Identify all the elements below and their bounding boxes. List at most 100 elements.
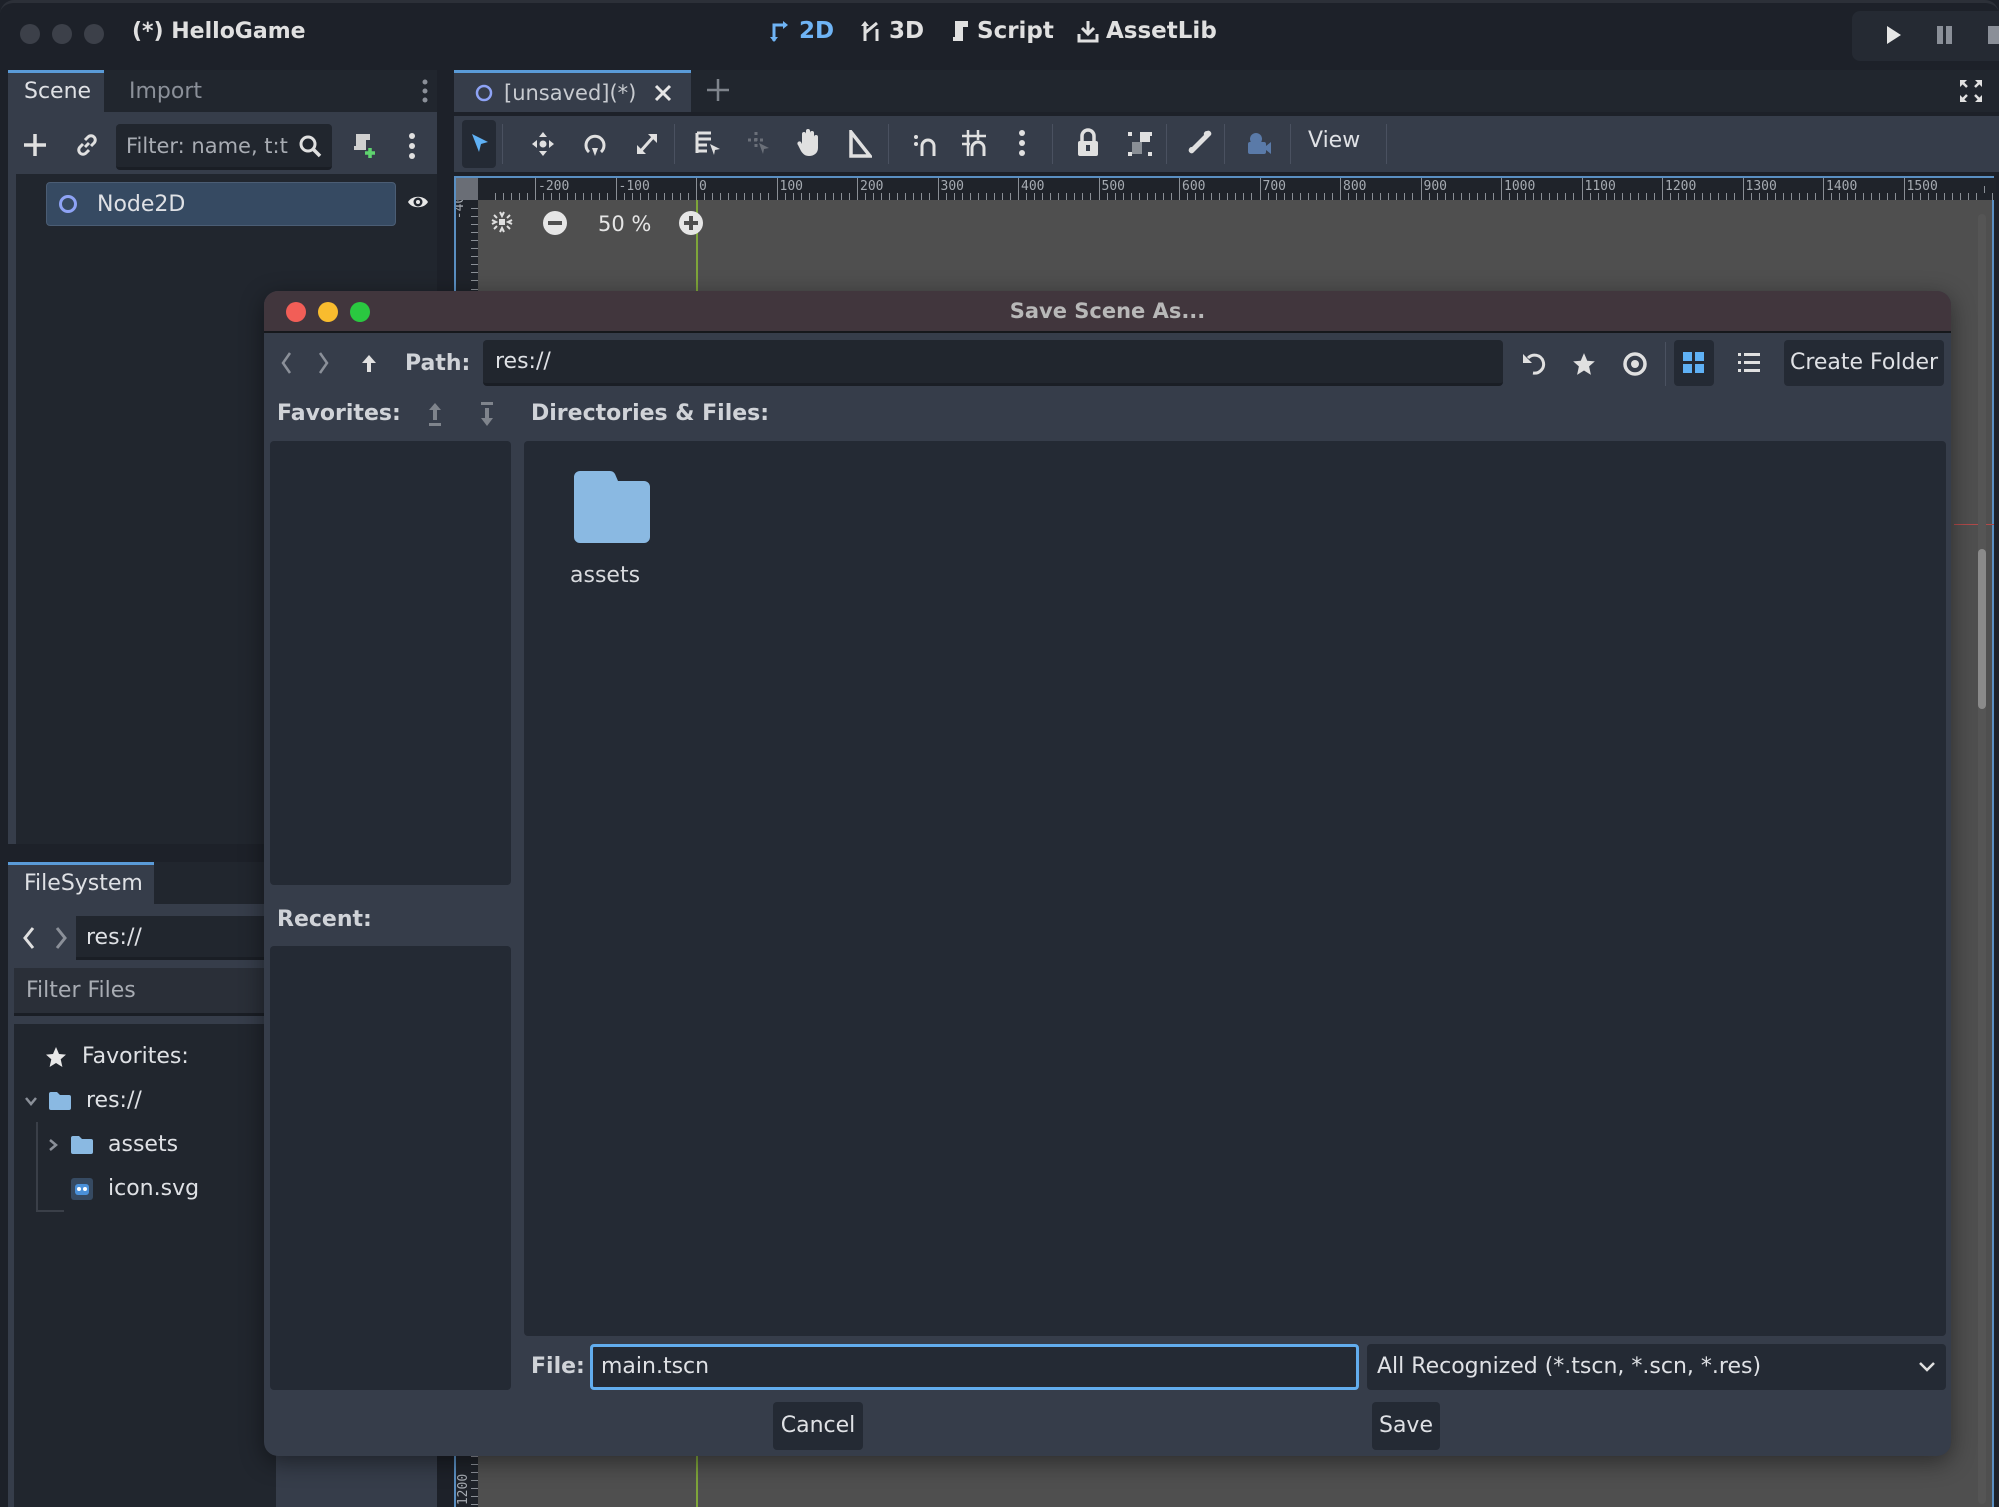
file-type-filter-select[interactable]: All Recognized (*.tscn, *.scn, *.res) xyxy=(1367,1344,1946,1390)
ruler-minor-tick xyxy=(1678,193,1680,200)
forward-arrow-icon[interactable] xyxy=(318,351,330,375)
fs-res-item[interactable]: res:// xyxy=(24,1088,142,1113)
mode-assetlib-button[interactable]: AssetLib xyxy=(1077,18,1217,44)
dirs-files-label: Directories & Files: xyxy=(531,401,770,426)
forward-arrow-icon[interactable] xyxy=(54,926,68,950)
center-view-icon[interactable] xyxy=(490,210,514,234)
save-button[interactable]: Save xyxy=(1372,1402,1440,1450)
refresh-icon[interactable] xyxy=(1520,351,1546,377)
favorites-list[interactable] xyxy=(270,441,511,885)
lock-icon[interactable] xyxy=(1076,128,1100,158)
window-minimize-button[interactable] xyxy=(52,24,72,44)
ruler-minor-tick xyxy=(1468,193,1470,200)
ruler-minor-tick xyxy=(1444,193,1446,200)
ruler-minor-tick xyxy=(1130,193,1132,200)
vertical-scrollbar-track[interactable] xyxy=(1978,214,1986,1504)
cancel-button[interactable]: Cancel xyxy=(773,1402,863,1450)
scale-mode-icon[interactable] xyxy=(634,130,660,158)
favorite-star-icon[interactable] xyxy=(1571,351,1597,377)
pause-icon[interactable] xyxy=(1936,25,1954,45)
ruler-minor-tick xyxy=(1782,193,1784,200)
file-item-assets[interactable]: assets xyxy=(568,471,658,588)
back-arrow-icon[interactable] xyxy=(22,926,36,950)
chevron-down-icon[interactable] xyxy=(24,1094,38,1108)
ruler-minor-tick xyxy=(526,193,528,200)
scene-tab-unsaved[interactable]: [unsaved](*) xyxy=(454,70,691,112)
tab-scene[interactable]: Scene xyxy=(8,70,104,112)
smart-snap-icon[interactable] xyxy=(912,132,938,158)
play-icon[interactable] xyxy=(1886,25,1902,45)
list-view-icon[interactable] xyxy=(1738,352,1760,374)
file-name-input[interactable]: main.tscn xyxy=(590,1344,1359,1390)
ruler-minor-tick xyxy=(824,193,826,200)
add-scene-tab-icon[interactable] xyxy=(706,78,730,102)
show-hidden-eye-icon[interactable] xyxy=(1622,351,1648,377)
filesystem-filter-input[interactable]: Filter Files xyxy=(14,968,276,1016)
ruler-minor-tick xyxy=(1170,193,1172,200)
grid-view-button[interactable] xyxy=(1674,340,1714,386)
scene-menu-icon[interactable] xyxy=(408,132,416,160)
grid-snap-icon[interactable] xyxy=(960,128,988,158)
recent-list[interactable] xyxy=(270,946,511,1390)
tree-guide-line xyxy=(36,1210,64,1212)
fs-icon-svg-item[interactable]: icon.svg xyxy=(70,1176,199,1201)
bone-icon[interactable] xyxy=(1188,128,1214,158)
scene-tree-item-node2d[interactable]: Node2D xyxy=(46,182,396,226)
ruler-minor-tick xyxy=(1597,193,1599,200)
snap-options-icon[interactable] xyxy=(1018,128,1026,158)
ruler-minor-tick xyxy=(1211,193,1213,200)
ruler-minor-tick xyxy=(1533,193,1535,200)
instance-scene-link-icon[interactable] xyxy=(74,132,100,158)
camera-override-icon[interactable] xyxy=(1244,130,1272,158)
ruler-minor-tick xyxy=(639,193,641,200)
mode-3d-button[interactable]: 3D xyxy=(860,18,924,44)
move-favorite-down-icon[interactable] xyxy=(478,401,496,427)
ruler-minor-tick xyxy=(1283,193,1285,200)
ruler-minor-tick xyxy=(471,1463,478,1465)
zoom-out-icon[interactable] xyxy=(542,210,568,236)
select-mode-button[interactable] xyxy=(462,120,496,168)
zoom-level-label[interactable]: 50 % xyxy=(598,212,651,236)
tab-import[interactable]: Import xyxy=(113,70,218,112)
fs-assets-item[interactable]: assets xyxy=(46,1132,178,1157)
pivot-mode-icon[interactable] xyxy=(746,130,774,158)
distraction-free-icon[interactable] xyxy=(1958,78,1984,104)
stop-icon[interactable] xyxy=(1988,25,1999,45)
back-arrow-icon[interactable] xyxy=(280,351,292,375)
ruler-minor-tick xyxy=(1750,193,1752,200)
dock-menu-icon[interactable] xyxy=(422,78,428,104)
rotate-mode-icon[interactable] xyxy=(582,130,608,158)
files-grid[interactable]: assets xyxy=(524,441,1946,1336)
list-select-icon[interactable] xyxy=(694,130,722,158)
pan-hand-icon[interactable] xyxy=(796,128,822,158)
move-favorite-up-icon[interactable] xyxy=(426,401,444,427)
view-menu-button[interactable]: View xyxy=(1308,128,1360,153)
ruler-minor-tick xyxy=(1887,193,1889,200)
path-input[interactable]: res:// xyxy=(483,340,1503,386)
ruler-minor-tick xyxy=(471,1487,478,1489)
filesystem-path-input[interactable]: res:// xyxy=(76,916,276,960)
ruler-minor-tick xyxy=(1203,193,1205,200)
add-node-icon[interactable] xyxy=(22,132,48,158)
ruler-minor-tick xyxy=(1396,193,1398,200)
visibility-eye-icon[interactable] xyxy=(406,192,430,212)
parent-folder-up-icon[interactable] xyxy=(360,353,378,373)
window-close-button[interactable] xyxy=(20,24,40,44)
scene-filter-input[interactable]: Filter: name, t:t xyxy=(116,124,332,170)
tab-filesystem[interactable]: FileSystem xyxy=(8,862,154,904)
mode-2d-button[interactable]: 2D xyxy=(770,18,834,44)
attach-script-icon[interactable] xyxy=(350,132,376,160)
ruler-mode-icon[interactable] xyxy=(848,130,872,158)
window-zoom-button[interactable] xyxy=(84,24,104,44)
group-icon[interactable] xyxy=(1126,130,1154,158)
close-tab-icon[interactable] xyxy=(654,84,672,102)
zoom-in-icon[interactable] xyxy=(678,210,704,236)
chevron-right-icon[interactable] xyxy=(46,1138,60,1152)
vertical-scrollbar-thumb[interactable] xyxy=(1978,549,1986,709)
move-mode-icon[interactable] xyxy=(530,130,556,158)
grid-view-icon xyxy=(1683,352,1705,374)
ruler-minor-tick xyxy=(1863,193,1865,200)
mode-script-button[interactable]: Script xyxy=(950,18,1054,44)
fs-favorites-item[interactable]: Favorites: xyxy=(44,1044,189,1069)
create-folder-button[interactable]: Create Folder xyxy=(1784,340,1944,386)
